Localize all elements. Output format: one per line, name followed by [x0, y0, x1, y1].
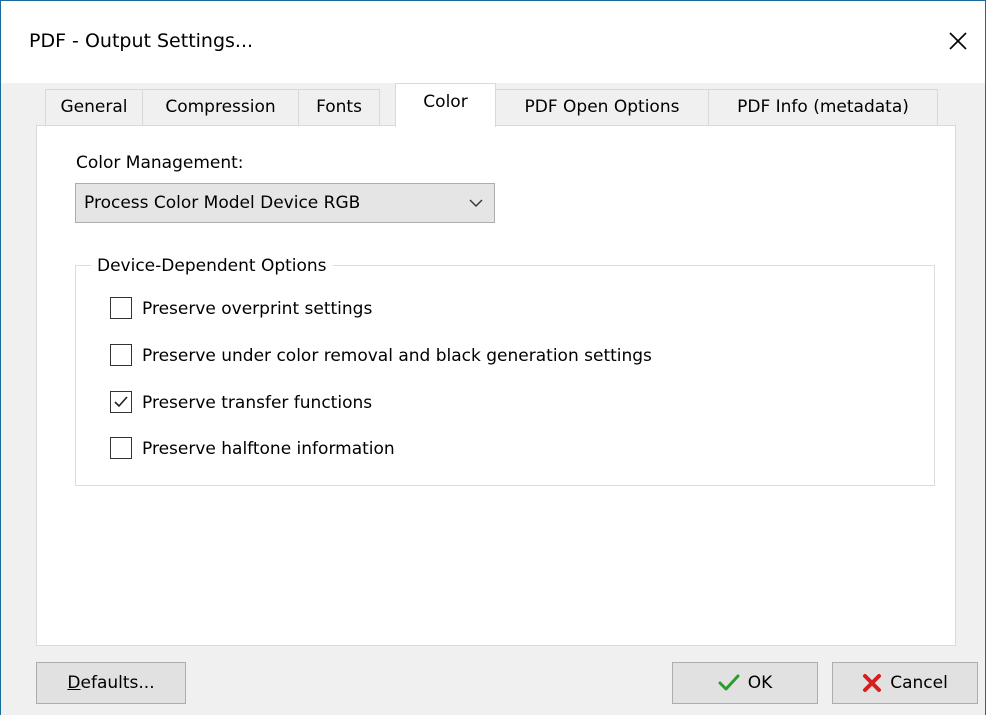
window-title: PDF - Output Settings...: [29, 30, 254, 52]
ok-button[interactable]: OK: [672, 662, 818, 704]
color-management-label: Color Management:: [76, 153, 244, 173]
red-x-icon: [863, 674, 882, 692]
close-icon: [949, 32, 967, 50]
device-options-title: Device-Dependent Options: [91, 255, 333, 277]
checkbox-overprint[interactable]: [110, 297, 132, 319]
checkmark-icon: [114, 396, 128, 408]
tab-label: Fonts: [316, 97, 362, 117]
checkmark-icon: [718, 674, 740, 691]
checkbox-transfer-functions[interactable]: [110, 391, 132, 413]
checkbox-halftone[interactable]: [110, 437, 132, 459]
tab-label: General: [60, 97, 128, 117]
title-bar: PDF - Output Settings...: [1, 1, 985, 83]
tab-color[interactable]: Color: [395, 83, 496, 127]
chevron-down-icon: [469, 199, 483, 207]
checkbox-label: Preserve under color removal and black g…: [142, 346, 652, 366]
color-management-select[interactable]: Process Color Model Device RGB: [75, 183, 495, 223]
checkbox-label: Preserve transfer functions: [142, 393, 373, 413]
cancel-button[interactable]: Cancel: [832, 662, 978, 704]
tab-pdf-open-options[interactable]: PDF Open Options: [495, 89, 709, 125]
tab-fonts[interactable]: Fonts: [298, 89, 380, 125]
color-management-value: Process Color Model Device RGB: [84, 193, 361, 213]
tab-label: Compression: [165, 97, 276, 117]
close-button[interactable]: [931, 17, 985, 65]
checkbox-ucr-bg[interactable]: [110, 344, 132, 366]
dialog-window: PDF - Output Settings... General Compres…: [0, 0, 986, 715]
ok-label: OK: [747, 673, 773, 693]
tab-pdf-info[interactable]: PDF Info (metadata): [708, 89, 938, 125]
tab-label: PDF Info (metadata): [737, 97, 909, 117]
checkbox-label: Preserve overprint settings: [142, 299, 373, 319]
tab-compression[interactable]: Compression: [142, 89, 299, 125]
tab-label: Color: [423, 92, 468, 112]
cancel-label: Cancel: [890, 673, 948, 693]
tab-label: PDF Open Options: [524, 97, 680, 117]
checkbox-label: Preserve halftone information: [142, 439, 395, 459]
tab-general[interactable]: General: [45, 89, 143, 125]
defaults-button[interactable]: Defaults...: [36, 662, 186, 704]
defaults-label: Defaults...: [67, 673, 155, 693]
